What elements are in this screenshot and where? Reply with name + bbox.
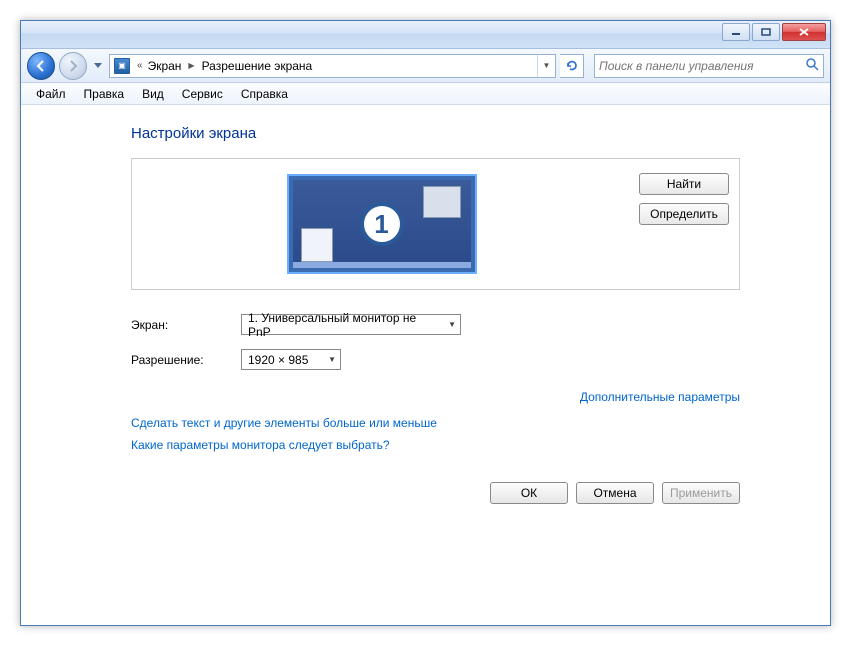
menu-bar: Файл Правка Вид Сервис Справка bbox=[21, 83, 830, 105]
screen-selector[interactable]: 1. Универсальный монитор не PnP ▼ bbox=[241, 314, 461, 335]
content-area: Настройки экрана 1 Найти Определить Экра… bbox=[21, 105, 830, 625]
address-bar[interactable]: ▣ « Экран ▶ Разрешение экрана ▼ bbox=[109, 54, 556, 78]
arrow-left-icon bbox=[34, 59, 48, 73]
desktop-window-decoration bbox=[301, 228, 333, 262]
window-controls bbox=[722, 23, 826, 41]
screen-label: Экран: bbox=[131, 318, 241, 332]
dialog-buttons: ОК Отмена Применить bbox=[131, 482, 740, 504]
preview-side-buttons: Найти Определить bbox=[621, 169, 729, 225]
resolution-selector[interactable]: 1920 × 985 ▼ bbox=[241, 349, 341, 370]
chevron-down-icon: ▼ bbox=[328, 355, 336, 364]
screen-row: Экран: 1. Универсальный монитор не PnP ▼ bbox=[131, 314, 740, 335]
navbar: ▣ « Экран ▶ Разрешение экрана ▼ bbox=[21, 49, 830, 83]
help-links-section: Сделать текст и другие элементы больше и… bbox=[131, 416, 740, 452]
breadcrumb-separator: ▶ bbox=[183, 61, 199, 70]
desktop-taskbar-decoration bbox=[293, 262, 471, 268]
cancel-button[interactable]: Отмена bbox=[576, 482, 654, 504]
advanced-settings-link[interactable]: Дополнительные параметры bbox=[131, 390, 740, 404]
maximize-button[interactable] bbox=[752, 23, 780, 41]
monitor-number-badge: 1 bbox=[360, 202, 404, 246]
menu-view[interactable]: Вид bbox=[133, 85, 173, 103]
search-input[interactable] bbox=[599, 59, 806, 73]
which-settings-link[interactable]: Какие параметры монитора следует выбрать… bbox=[131, 438, 740, 452]
resolution-label: Разрешение: bbox=[131, 353, 241, 367]
monitor-1[interactable]: 1 bbox=[289, 176, 475, 272]
minimize-icon bbox=[731, 28, 741, 36]
breadcrumb-item-screen[interactable]: Экран bbox=[146, 59, 184, 73]
menu-help[interactable]: Справка bbox=[232, 85, 297, 103]
close-icon bbox=[799, 28, 809, 36]
close-button[interactable] bbox=[782, 23, 826, 41]
advanced-params-row: Дополнительные параметры bbox=[131, 390, 740, 404]
page-title: Настройки экрана bbox=[131, 125, 740, 142]
detect-button[interactable]: Найти bbox=[639, 173, 729, 195]
resolution-row: Разрешение: 1920 × 985 ▼ bbox=[131, 349, 740, 370]
screen-value: 1. Универсальный монитор не PnP bbox=[248, 311, 442, 339]
menu-edit[interactable]: Правка bbox=[75, 85, 134, 103]
monitor-arrangement[interactable]: 1 bbox=[142, 169, 621, 279]
chevron-down-icon bbox=[94, 63, 102, 69]
identify-button[interactable]: Определить bbox=[639, 203, 729, 225]
desktop-window-decoration bbox=[423, 186, 461, 218]
ok-button[interactable]: ОК bbox=[490, 482, 568, 504]
nav-back-button[interactable] bbox=[27, 52, 55, 80]
menu-file[interactable]: Файл bbox=[27, 85, 75, 103]
refresh-icon bbox=[565, 59, 579, 73]
titlebar bbox=[21, 21, 830, 49]
nav-forward-button[interactable] bbox=[59, 52, 87, 80]
apply-button[interactable]: Применить bbox=[662, 482, 740, 504]
window-frame: ▣ « Экран ▶ Разрешение экрана ▼ Файл Пра… bbox=[20, 20, 831, 626]
chevron-down-icon: ▼ bbox=[448, 320, 456, 329]
search-icon[interactable] bbox=[806, 58, 819, 74]
minimize-button[interactable] bbox=[722, 23, 750, 41]
maximize-icon bbox=[761, 28, 771, 36]
resolution-value: 1920 × 985 bbox=[248, 353, 308, 367]
search-box[interactable] bbox=[594, 54, 824, 78]
menu-tools[interactable]: Сервис bbox=[173, 85, 232, 103]
arrow-right-icon bbox=[66, 59, 80, 73]
refresh-button[interactable] bbox=[560, 54, 584, 78]
control-panel-icon: ▣ bbox=[114, 58, 130, 74]
address-dropdown[interactable]: ▼ bbox=[537, 55, 555, 77]
nav-history-dropdown[interactable] bbox=[91, 56, 105, 76]
breadcrumb-item-resolution[interactable]: Разрешение экрана bbox=[200, 59, 315, 73]
breadcrumb-overflow: « bbox=[137, 60, 143, 71]
display-preview-box: 1 Найти Определить bbox=[131, 158, 740, 290]
text-size-link[interactable]: Сделать текст и другие элементы больше и… bbox=[131, 416, 740, 430]
